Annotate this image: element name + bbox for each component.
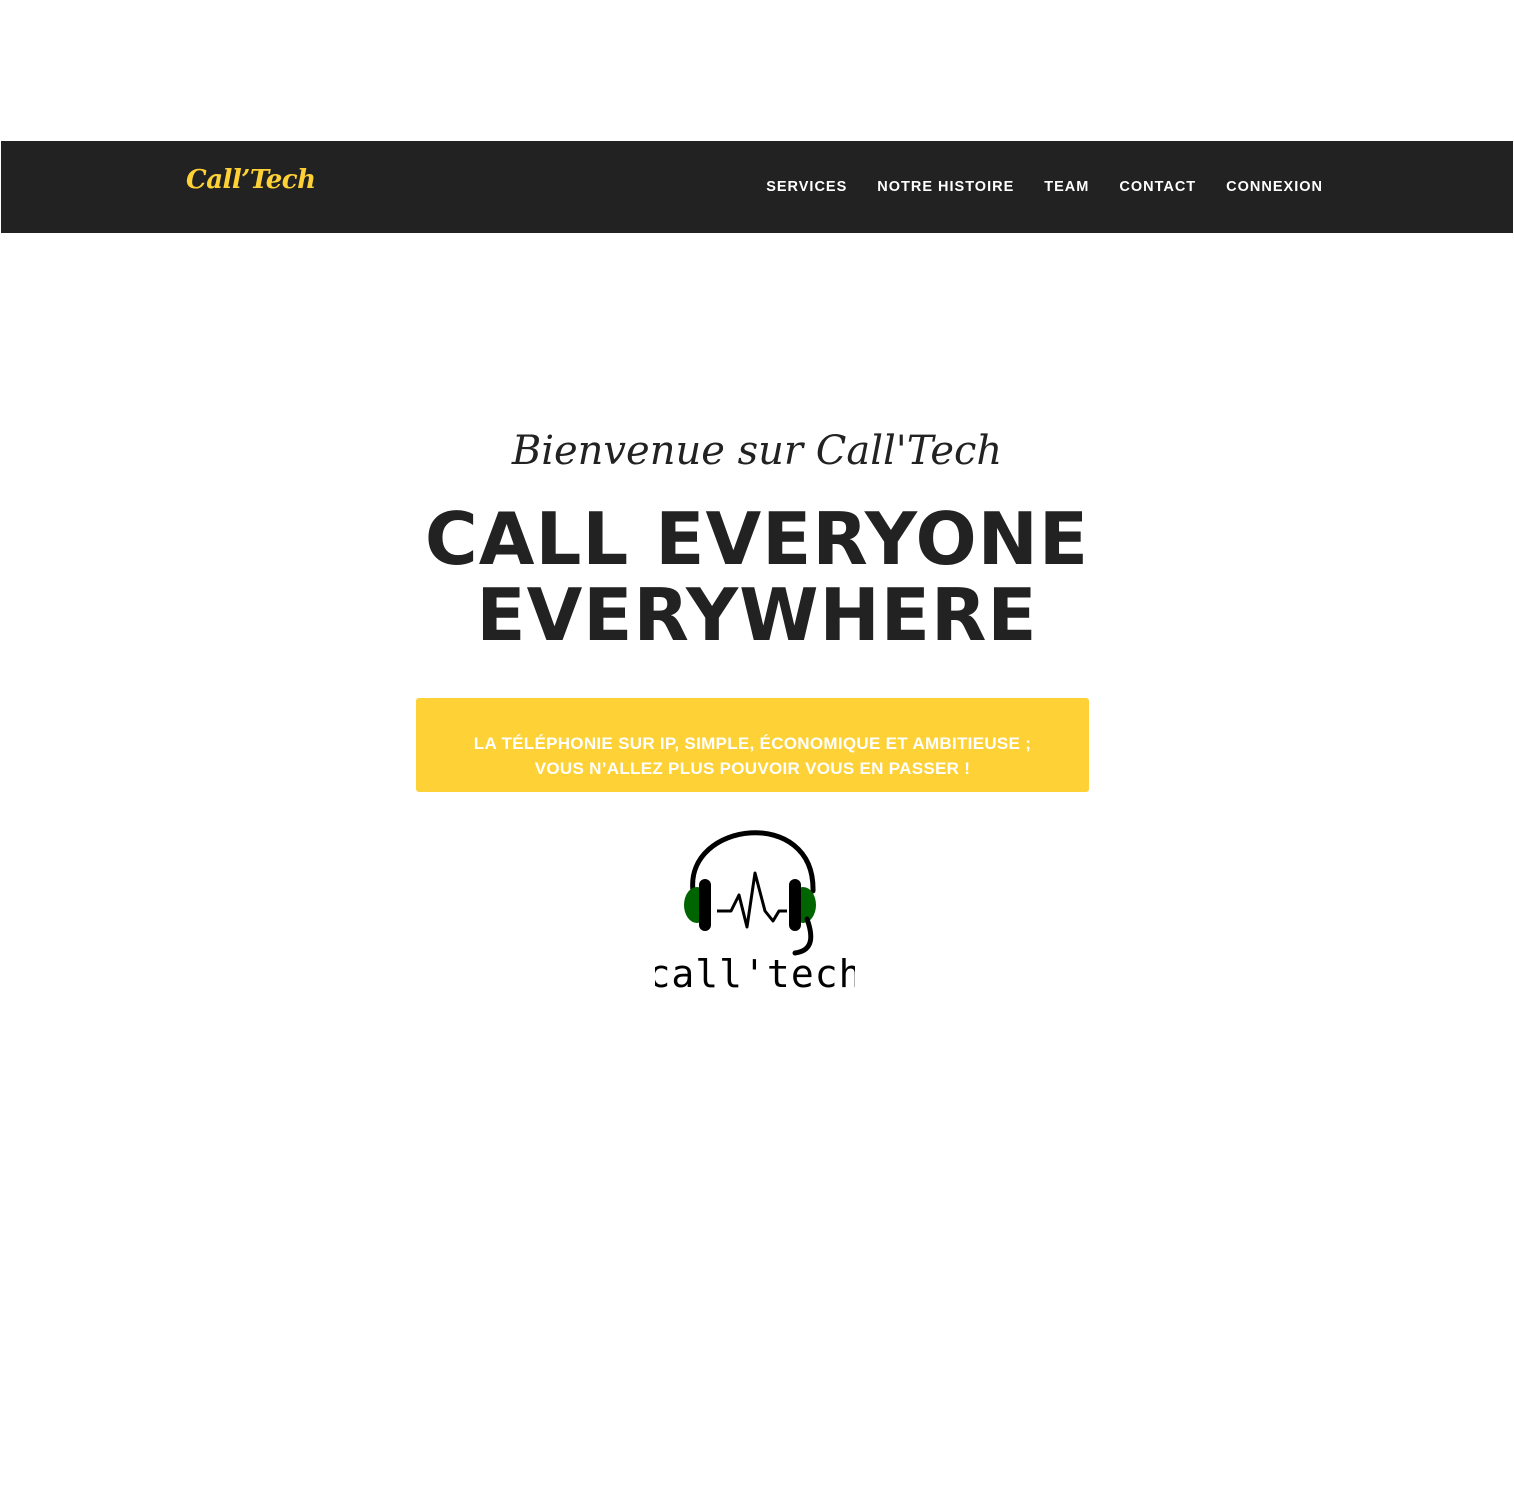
nav-link-team[interactable]: TEAM xyxy=(1044,179,1089,195)
cta-line2: VOUS N’ALLEZ PLUS POUVOIR VOUS EN PASSER… xyxy=(534,758,971,778)
nav-menu: SERVICES NOTRE HISTOIRE TEAM CONTACT CON… xyxy=(736,141,1323,233)
navbar: Call’Tech SERVICES NOTRE HISTOIRE TEAM C… xyxy=(1,141,1513,233)
hero-cta-button[interactable]: LA TÉLÉPHONIE SUR IP, SIMPLE, ÉCONOMIQUE… xyxy=(416,698,1089,792)
nav-item-contact: CONTACT xyxy=(1119,178,1196,196)
nav-item-services: SERVICES xyxy=(766,178,847,196)
hero-headline: CALL EVERYONE EVERYWHERE xyxy=(0,501,1514,653)
calltech-logo: call'tech xyxy=(648,811,861,996)
nav-link-contact[interactable]: CONTACT xyxy=(1119,179,1196,195)
nav-link-connexion[interactable]: CONNEXION xyxy=(1226,179,1323,195)
nav-item-team: TEAM xyxy=(1044,178,1089,196)
headset-icon: call'tech xyxy=(648,830,861,996)
cta-line1: LA TÉLÉPHONIE SUR IP, SIMPLE, ÉCONOMIQUE… xyxy=(473,733,1032,753)
nav-link-notre-histoire[interactable]: NOTRE HISTOIRE xyxy=(877,179,1014,195)
logo-text: call'tech xyxy=(655,952,855,996)
hero-subtitle: Bienvenue sur Call'Tech xyxy=(511,428,1003,474)
nav-link-services[interactable]: SERVICES xyxy=(766,179,847,195)
hero-headline-line2: EVERYWHERE xyxy=(476,573,1038,657)
brand-link[interactable]: Call’Tech xyxy=(186,165,316,195)
hero-headline-line1: CALL EVERYONE xyxy=(424,497,1090,581)
nav-item-notre-histoire: NOTRE HISTOIRE xyxy=(877,178,1014,196)
nav-item-connexion: CONNEXION xyxy=(1226,178,1323,196)
